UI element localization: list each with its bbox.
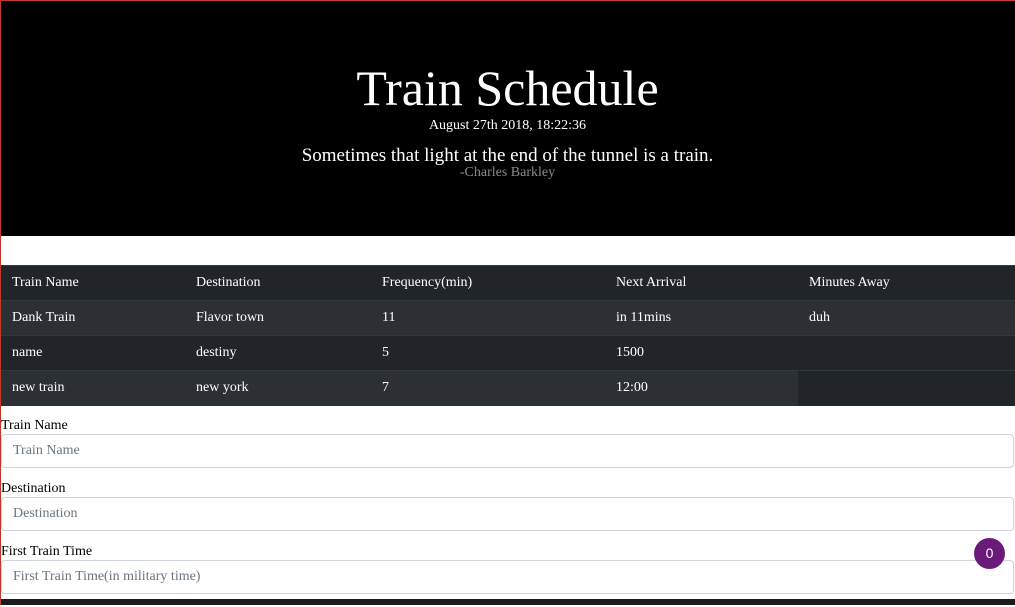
cell-next-arrival: in 11mins [605, 300, 798, 336]
cell-next-arrival: 1500 [605, 335, 798, 371]
cell-next-arrival: 12:00 [605, 370, 798, 406]
cell-train-name: name [1, 335, 185, 371]
current-datetime: August 27th 2018, 18:22:36 [428, 118, 587, 133]
destination-label: Destination [1, 481, 66, 496]
column-header-destination: Destination [185, 265, 371, 301]
cell-minutes-away [798, 370, 1015, 406]
table-row: new train new york 7 12:00 [1, 370, 1015, 406]
table-row: name destiny 5 1500 [1, 335, 1015, 371]
column-header-minutes-away: Minutes Away [798, 265, 1015, 301]
first-train-time-group: First Train Time [1, 544, 1014, 607]
cell-frequency: 5 [371, 335, 605, 371]
first-train-time-input[interactable] [1, 560, 1014, 594]
page-title: Train Schedule [356, 60, 659, 116]
cell-frequency: 11 [371, 300, 605, 336]
cell-destination: Flavor town [185, 300, 371, 336]
schedule-table: Train Name Destination Frequency(min) Ne… [1, 265, 1015, 406]
cell-frequency: 7 [371, 370, 605, 406]
quote-text: Sometimes that light at the end of the t… [301, 145, 714, 166]
cell-train-name: new train [1, 370, 185, 406]
destination-group: Destination [1, 481, 1014, 544]
cell-minutes-away [798, 335, 1015, 371]
bottom-bar [0, 599, 1015, 605]
train-name-input[interactable] [1, 434, 1014, 468]
first-train-time-label: First Train Time [1, 544, 93, 559]
cell-destination: destiny [185, 335, 371, 371]
column-header-next-arrival: Next Arrival [605, 265, 798, 301]
cell-destination: new york [185, 370, 371, 406]
add-train-form: Train Name Destination First Train Time [1, 418, 1014, 607]
train-name-label: Train Name [1, 418, 68, 433]
column-header-train-name: Train Name [1, 265, 185, 301]
column-header-frequency: Frequency(min) [371, 265, 605, 301]
table-header-row: Train Name Destination Frequency(min) Ne… [1, 265, 1015, 301]
train-name-group: Train Name [1, 418, 1014, 481]
cell-minutes-away: duh [798, 300, 1015, 336]
header-jumbotron: Train Schedule August 27th 2018, 18:22:3… [0, 0, 1015, 236]
quote-author: -Charles Barkley [459, 165, 556, 180]
table-row: Dank Train Flavor town 11 in 11mins duh [1, 300, 1015, 336]
destination-input[interactable] [1, 497, 1014, 531]
notification-badge[interactable]: 0 [974, 538, 1005, 569]
cell-train-name: Dank Train [1, 300, 185, 336]
